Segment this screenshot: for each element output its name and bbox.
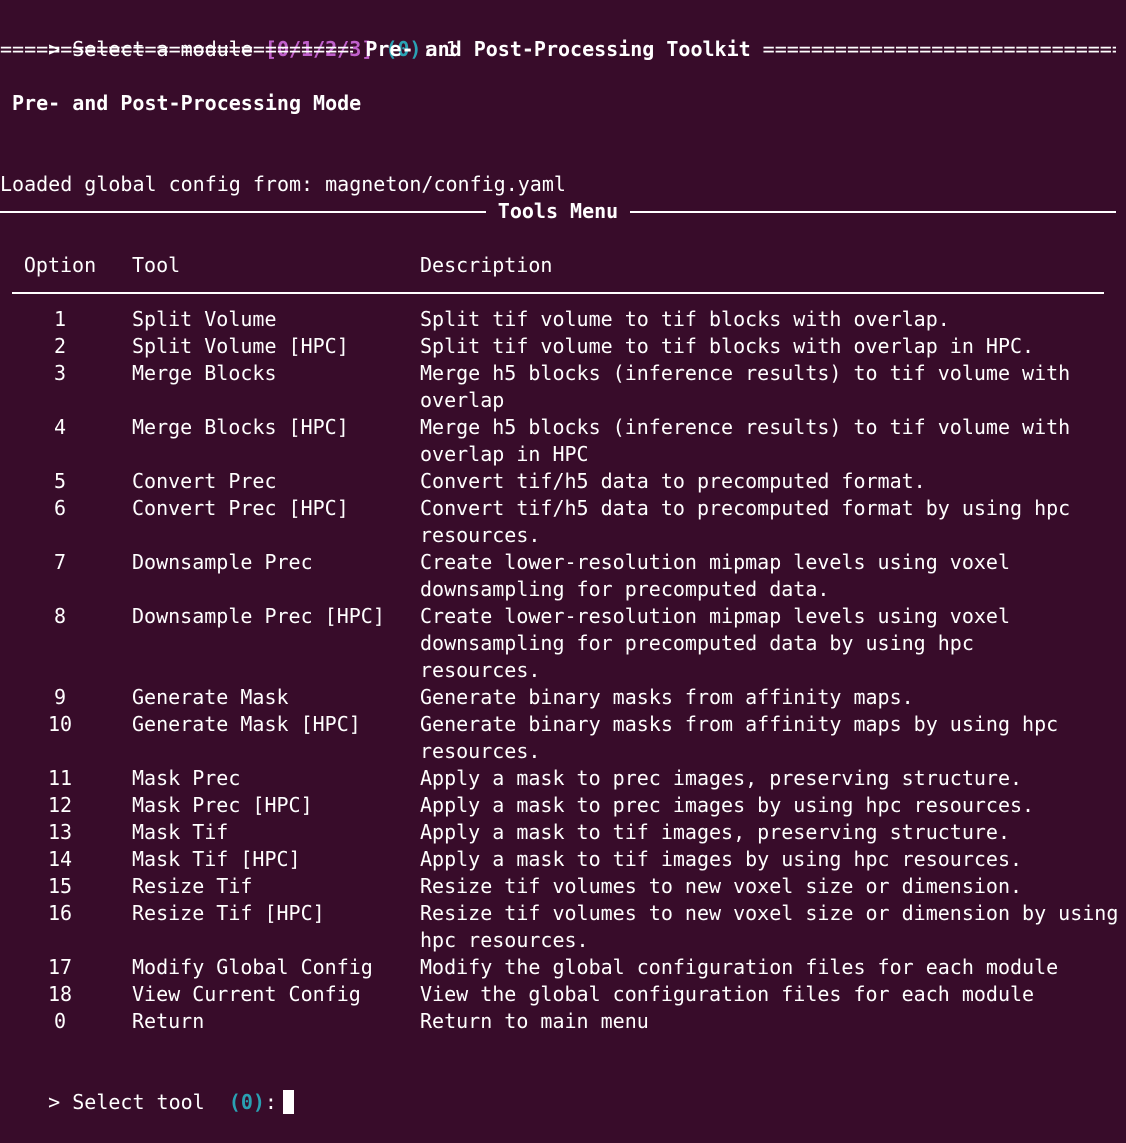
row-tool: Merge Blocks (132, 361, 277, 385)
row-description: Merge h5 blocks (inference results) to t… (420, 415, 1071, 466)
row-description: View the global configuration files for … (420, 982, 1035, 1006)
row-option: 15 (47, 874, 73, 898)
banner-rule-right: ========================================… (762, 37, 1116, 61)
row-option: 4 (53, 415, 67, 439)
row-description: Return to main menu (420, 1009, 649, 1033)
row-description: Generate binary masks from affinity maps… (420, 685, 914, 709)
header-option: Option (23, 253, 97, 277)
row-description: Split tif volume to tif blocks with over… (420, 334, 1035, 358)
row-option: 0 (53, 1009, 67, 1033)
row-option: 12 (47, 793, 73, 817)
module-prompt: > Select a module [0/1/2/3] (0): 1 (0, 9, 457, 61)
row-option: 10 (47, 712, 73, 736)
row-tool: Downsample Prec (132, 550, 313, 574)
row-description: Create lower-resolution mipmap levels us… (420, 604, 1011, 682)
row-description: Resize tif volumes to new voxel size or … (420, 874, 1023, 898)
tool-prompt[interactable]: > Select tool (0): (0, 1062, 294, 1114)
toolkit-banner: ========================================… (0, 36, 1116, 63)
row-option: 5 (53, 469, 67, 493)
row-tool: Mask Tif [HPC] (132, 847, 301, 871)
row-option: 11 (47, 766, 73, 790)
row-tool: Resize Tif [HPC] (132, 901, 325, 925)
row-description: Convert tif/h5 data to precomputed forma… (420, 496, 1071, 547)
header-tool: Tool (132, 253, 181, 277)
tools-menu-rule: Tools Menu (0, 198, 1117, 225)
row-tool: Merge Blocks [HPC] (132, 415, 349, 439)
row-option: 13 (47, 820, 73, 844)
row-tool: Convert Prec (132, 469, 277, 493)
row-tool: Mask Prec [HPC] (132, 793, 313, 817)
row-tool: Mask Tif (132, 820, 229, 844)
row-tool: Return (132, 1009, 205, 1033)
row-tool: Split Volume [HPC] (132, 334, 349, 358)
row-option: 18 (47, 982, 73, 1006)
row-tool: Generate Mask [HPC] (132, 712, 361, 736)
tool-prompt-prefix: > Select tool (48, 1090, 229, 1114)
row-option: 9 (53, 685, 67, 709)
row-description: Convert tif/h5 data to precomputed forma… (420, 469, 926, 493)
row-option: 6 (53, 496, 67, 520)
config-loaded-line: Loaded global config from: magneton/conf… (0, 172, 566, 196)
row-tool: Mask Prec (132, 766, 241, 790)
row-option: 8 (53, 604, 67, 628)
header-description: Description (420, 253, 553, 277)
row-option: 2 (53, 334, 67, 358)
terminal-cursor[interactable] (282, 1090, 294, 1114)
mode-title: Pre- and Post-Processing Mode (12, 91, 362, 115)
row-description: Apply a mask to tif images by using hpc … (420, 847, 1023, 871)
row-option: 3 (53, 361, 67, 385)
row-tool: Convert Prec [HPC] (132, 496, 349, 520)
table-header-divider (12, 292, 1104, 294)
row-description: Merge h5 blocks (inference results) to t… (420, 361, 1071, 412)
row-option: 1 (53, 307, 67, 331)
row-description: Create lower-resolution mipmap levels us… (420, 550, 1011, 601)
row-option: 7 (53, 550, 67, 574)
banner-title: Pre- and Post-Processing Toolkit (365, 37, 751, 61)
row-description: Modify the global configuration files fo… (420, 955, 1059, 979)
row-tool: Resize Tif (132, 874, 253, 898)
banner-rule-left: ========================================… (0, 37, 353, 61)
terminal-window[interactable]: > Select a module [0/1/2/3] (0): 1 =====… (0, 0, 1126, 1114)
row-tool: View Current Config (132, 982, 361, 1006)
tool-prompt-colon: : (264, 1090, 277, 1114)
row-tool: Downsample Prec [HPC] (132, 604, 385, 628)
row-option: 16 (47, 901, 73, 925)
row-option: 14 (47, 847, 73, 871)
row-option: 17 (47, 955, 73, 979)
row-tool: Split Volume (132, 307, 277, 331)
row-tool: Modify Global Config (132, 955, 373, 979)
menu-rule-left (0, 210, 486, 213)
row-description: Apply a mask to prec images, preserving … (420, 766, 1023, 790)
row-tool: Generate Mask (132, 685, 289, 709)
row-description: Resize tif volumes to new voxel size or … (420, 901, 1119, 952)
row-description: Generate binary masks from affinity maps… (420, 712, 1059, 763)
row-description: Apply a mask to tif images, preserving s… (420, 820, 1011, 844)
row-description: Split tif volume to tif blocks with over… (420, 307, 950, 331)
menu-title: Tools Menu (497, 199, 619, 223)
menu-rule-right (630, 210, 1117, 213)
row-description: Apply a mask to prec images by using hpc… (420, 793, 1035, 817)
tool-default: (0) (228, 1090, 265, 1114)
